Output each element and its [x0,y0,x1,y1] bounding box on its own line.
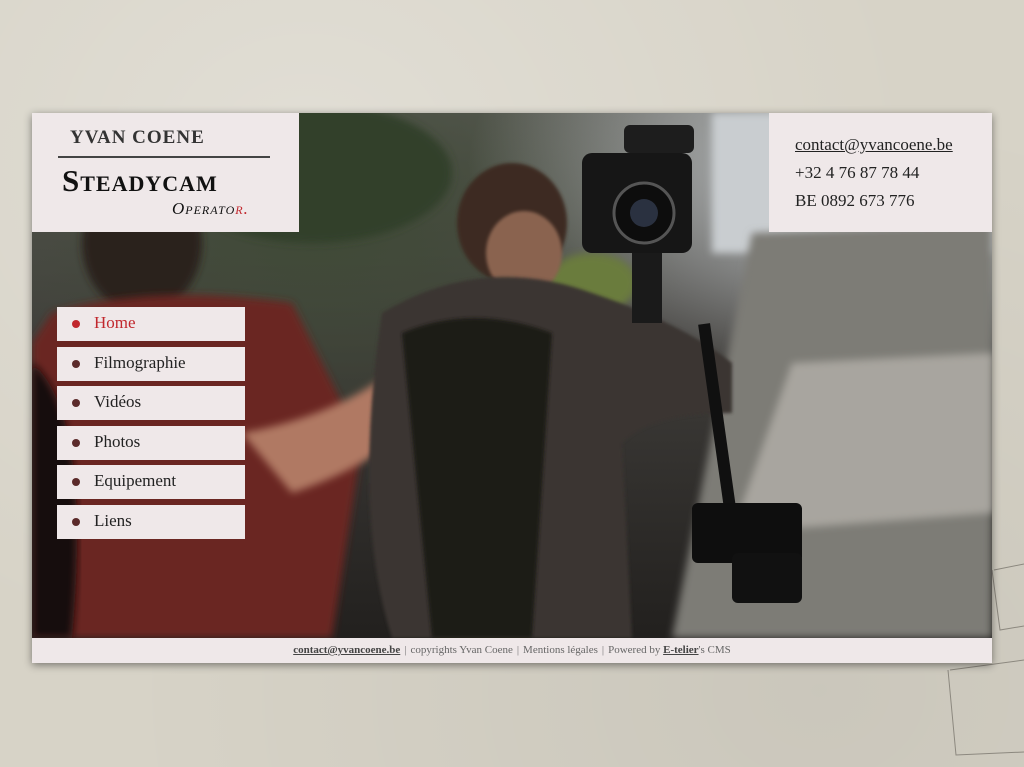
site-footer: contact@yvancoene.be | copyrights Yvan Coe… [32,638,992,663]
nav-item-videos[interactable]: Vidéos [57,386,245,421]
bullet-icon [72,320,80,328]
footer-separator: | [601,644,605,656]
contact-phone: +32 4 76 87 78 44 [795,163,920,182]
nav-item-label: Home [94,313,136,332]
footer-copyright: copyrights Yvan Coene [410,644,513,656]
bullet-icon [72,359,80,368]
logo-subtitle-accent: r. [235,199,249,218]
bullet-icon [72,399,80,408]
nav-item-filmographie[interactable]: Filmographie [57,346,245,381]
owner-name: YVAN COENE [70,127,205,148]
footer-legal-link[interactable]: Mentions légales [523,644,598,656]
footer-powered-suffix: 's CMS [698,644,731,656]
bullet-icon [72,438,80,447]
nav-item-home[interactable]: Home [57,307,245,341]
footer-powered-prefix: Powered by [608,644,661,656]
nav-item-label: Liens [94,510,132,530]
contact-panel: contact@yvancoene.be +32 4 76 87 78 44 B… [769,113,992,232]
logo-subtitle-main: Operato [172,199,236,218]
bullet-icon [72,517,80,526]
bullet-icon [72,478,80,487]
footer-email-link[interactable]: contact@yvancoene.be [293,644,400,656]
footer-separator: | [516,644,520,656]
nav-item-photos[interactable]: Photos [57,425,245,460]
nav-item-label: Vidéos [94,392,142,412]
nav-item-label: Equipement [94,471,177,491]
footer-separator: | [404,644,407,656]
nav-item-label: Photos [94,431,141,451]
main-frame: YVAN COENE Steadycam Operator. contact@y… [32,113,992,663]
contact-vat-number: BE 0892 673 776 [795,191,915,210]
main-navigation: Home Filmographie Vidéos Photos Equipeme… [57,307,245,545]
logo-panel: YVAN COENE Steadycam Operator. [32,113,299,232]
nav-item-label: Filmographie [94,352,186,372]
nav-item-equipement[interactable]: Equipement [57,465,245,500]
logo-title: Steadycam [62,163,218,198]
logo-subtitle: Operator. [172,199,249,219]
footer-etelier-link[interactable]: E-telier [663,644,698,656]
contact-email-link[interactable]: contact@yvancoene.be [795,135,953,155]
logo-divider [58,156,270,158]
nav-item-liens[interactable]: Liens [57,504,245,539]
